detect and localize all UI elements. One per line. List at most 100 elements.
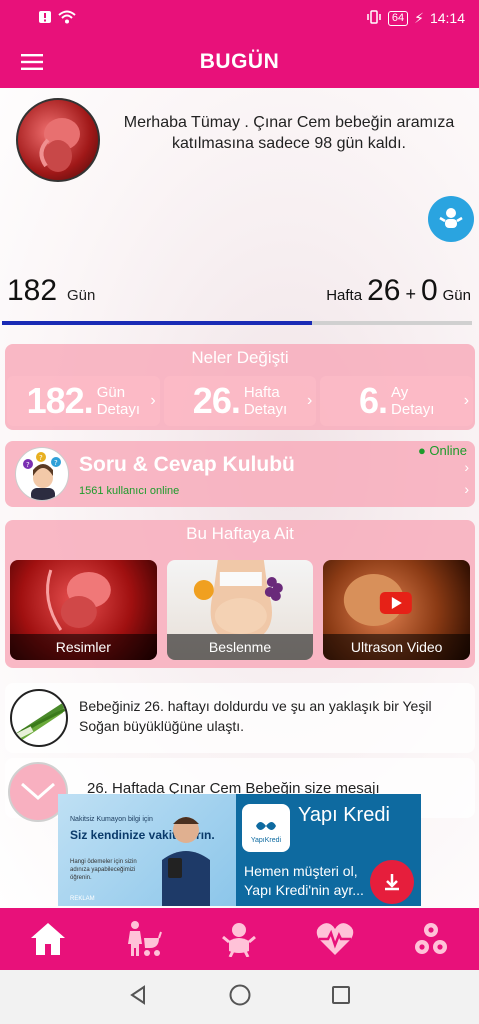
system-navigation [0, 970, 479, 1024]
nutrition-thumb[interactable]: Beslenme [166, 560, 314, 660]
changes-card: Neler Değişti 182. Gün Detayı › 26. Hafta… [5, 344, 475, 430]
tile-label-line2: Detayı [391, 401, 435, 418]
status-icons-left [38, 10, 76, 27]
ad-person-icon [162, 817, 210, 906]
online-status: ● Online [417, 443, 467, 458]
svg-text:?: ? [26, 461, 30, 469]
pictures-label: Resimler [10, 634, 157, 660]
battery-icon: 64 [387, 10, 409, 26]
plus-sign: + [405, 284, 416, 304]
nav-health[interactable] [287, 908, 383, 970]
svg-text:?: ? [54, 459, 58, 467]
qa-club-avatar: ? ? ? [15, 447, 69, 501]
status-icons-right: 64 ⚡ 14:14 [366, 10, 465, 27]
days-value: 182 [7, 274, 58, 307]
nav-home[interactable] [0, 908, 96, 970]
extra-days-label: Gün [442, 287, 471, 304]
baby-size-text: Bebeğiniz 26. haftayı doldurdu ve şu an … [79, 698, 432, 734]
wifi-icon [58, 10, 76, 27]
day-detail-tile[interactable]: 182. Gün Detayı › [7, 376, 160, 426]
svg-text:?: ? [39, 454, 43, 462]
changes-title: Neler Değişti [191, 348, 289, 367]
tile-label: Ay Detayı [391, 384, 434, 418]
heart-pulse-icon [317, 923, 354, 955]
ad-description: Hemen müşteri ol, Yapı Kredi'nin ayr... [244, 863, 364, 898]
progress-fill [2, 321, 313, 325]
ad-fine-print: Hangi ödeme­ler için siz­in adınıza yap­… [70, 859, 137, 881]
bottom-navigation [0, 908, 479, 970]
download-icon [385, 874, 399, 891]
app-bar: BUGÜN [0, 36, 479, 88]
ad-banner[interactable]: Nakitsiz Kuma­yon bilgi için Siz kendini… [58, 794, 421, 906]
yapikredi-logo: YapıKredi [242, 804, 290, 852]
home-icon [30, 923, 65, 955]
status-bar: 64 ⚡ 14:14 [0, 0, 479, 36]
greeting-section: Merhaba Tümay . Çınar Cem bebeğin aramız… [14, 98, 464, 188]
tile-number: 26. [192, 380, 241, 421]
month-detail-tile[interactable]: 6. Ay Detayı › [320, 376, 474, 426]
ad-download-button[interactable] [370, 860, 414, 904]
tile-number: 182. [26, 380, 94, 421]
recents-icon[interactable] [330, 984, 352, 1011]
nutrition-label: Beslenme [166, 634, 314, 660]
vibrate-icon [366, 9, 382, 27]
chevron-right-icon: › [464, 481, 469, 497]
fetus-picture-icon [46, 569, 111, 631]
nav-mother[interactable] [96, 908, 192, 970]
qa-club-title: Soru & Cevap Kulubü [79, 453, 295, 476]
tile-label-line1: Hafta [243, 384, 280, 401]
mother-stroller-icon [127, 921, 162, 956]
page-title: BUGÜN [199, 50, 280, 73]
ultrasound-video-thumb[interactable]: Ultrason Video [323, 560, 471, 660]
chevron-right-icon: › [464, 459, 469, 475]
clock: 14:14 [429, 10, 465, 26]
woman-with-questions-icon: ? ? ? [23, 452, 61, 500]
online-users-count: 1561 kullanıcı online [79, 485, 180, 497]
detail-row: 182. Gün Detayı › 26. Hafta Detayı › 6. Ay… [7, 376, 474, 426]
back-icon[interactable] [128, 984, 150, 1011]
tile-number: 6. [358, 380, 388, 421]
baby-icon [222, 923, 257, 957]
pictures-thumb[interactable]: Resimler [10, 560, 157, 660]
settings-gears-icon [415, 923, 448, 954]
pregnancy-counter: 182 Gün Hafta 26 + 0 Gün [0, 274, 479, 316]
chevron-right-icon: › [307, 392, 313, 409]
tile-label-line1: Gün [96, 384, 126, 401]
tile-label: Hafta Detayı [244, 384, 287, 418]
green-onion-icon [10, 689, 68, 747]
menu-button[interactable] [0, 36, 64, 88]
chevron-right-icon: › [150, 392, 156, 409]
baby-profile-button[interactable] [428, 196, 474, 242]
nav-settings[interactable] [383, 908, 479, 970]
week-counter: Hafta 26 + 0 Gün [326, 274, 471, 308]
tile-label-line1: Ay [391, 384, 409, 401]
ad-image: Nakitsiz Kuma­yon bilgi için Siz kendini… [58, 794, 236, 906]
yapikredi-logo-icon: YapıKredi [251, 822, 282, 844]
extra-days-value: 0 [420, 274, 438, 307]
main-content: Merhaba Tümay . Çınar Cem bebeğin aramız… [0, 88, 479, 908]
home-circle-icon[interactable] [228, 983, 252, 1012]
this-week-card: Bu Haftaya Ait Resimler Beslenme Ultraso… [5, 520, 475, 668]
week-value: 26 [367, 274, 401, 307]
nav-baby[interactable] [192, 908, 288, 970]
tile-label: Gün Detayı [97, 384, 140, 418]
this-week-thumbs: Resimler Beslenme Ultrason Video [10, 560, 471, 660]
svg-text:YapıKredi: YapıKredi [251, 837, 282, 844]
fetus-avatar[interactable] [16, 98, 100, 182]
ad-small-top: Nakitsiz Kuma­yon bilgi için [70, 816, 153, 823]
pregnancy-progress-bar [2, 321, 472, 325]
ultrasound-video-icon [344, 574, 413, 626]
hamburger-icon [21, 54, 43, 70]
fetus-image-icon [39, 118, 80, 172]
baby-icon [439, 208, 463, 228]
days-label: Gün [67, 287, 96, 304]
ad-tag: REKLAM [70, 896, 95, 902]
baby-size-card[interactable]: Bebeğiniz 26. haftayı doldurdu ve şu an … [5, 683, 475, 753]
qa-club-card[interactable]: ? ? ? Soru & Cevap Kulubü 1561 kullanıcı… [5, 441, 475, 507]
alert-icon [38, 10, 52, 27]
this-week-title: Bu Haftaya Ait [186, 524, 294, 543]
tile-label-line2: Detayı [96, 401, 141, 418]
chevron-right-icon: › [463, 392, 470, 409]
pregnant-woman-fruits-icon [193, 560, 283, 634]
week-detail-tile[interactable]: 26. Hafta Detayı › [163, 376, 317, 426]
